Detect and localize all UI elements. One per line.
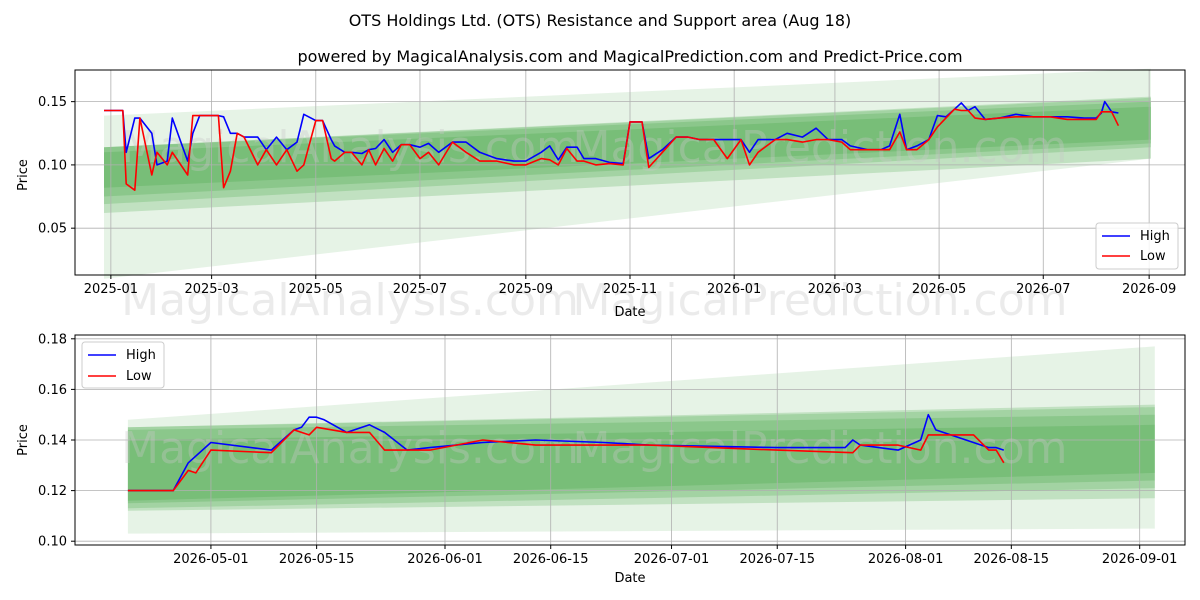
top-x-tick-label: 2026-03 (808, 282, 862, 297)
bottom-legend: High Low (81, 341, 165, 389)
bottom-legend-high-label: High (126, 348, 156, 363)
top-x-tick-label: 2026-09 (1122, 282, 1176, 297)
top-x-tick-label: 2026-07 (1016, 282, 1070, 297)
top-x-tick-label: 2025-07 (393, 282, 447, 297)
top-legend-low-label: Low (1140, 249, 1166, 264)
top-x-tick-label: 2025-05 (289, 282, 343, 297)
top-chart-bands (104, 68, 1151, 279)
bottom-chart: MagicalAnalysis.com MagicalPrediction.co… (16, 332, 1186, 586)
bottom-x-tick-label: 2026-08-01 (868, 552, 944, 567)
bottom-y-axis-label: Price (16, 424, 31, 456)
top-x-tick-label: 2026-05 (912, 282, 966, 297)
top-x-tick-label: 2025-03 (184, 282, 238, 297)
figure: OTS Holdings Ltd. (OTS) Resistance and S… (16, 11, 1186, 586)
bottom-x-tick-label: 2026-06-01 (407, 552, 483, 567)
top-x-tick-label: 2026-01 (707, 282, 761, 297)
chart-title: OTS Holdings Ltd. (OTS) Resistance and S… (349, 11, 852, 30)
bottom-x-tick-label: 2026-06-15 (513, 552, 589, 567)
bottom-x-tick-label: 2026-05-01 (173, 552, 249, 567)
bottom-y-tick-label: 0.18 (38, 332, 67, 347)
watermark-right-bottom: MagicalPrediction.com (573, 423, 1068, 474)
bottom-y-tick-label: 0.16 (38, 383, 67, 398)
bottom-x-tick-label: 2026-08-15 (974, 552, 1050, 567)
bottom-y-tick-label: 0.10 (38, 535, 67, 550)
top-x-tick-label: 2025-09 (499, 282, 553, 297)
top-y-tick-label: 0.10 (38, 158, 67, 173)
chart-subtitle: powered by MagicalAnalysis.com and Magic… (297, 47, 962, 66)
bottom-legend-low-label: Low (126, 369, 152, 384)
bottom-x-axis-label: Date (614, 571, 645, 586)
bottom-x-tick-label: 2026-07-01 (634, 552, 710, 567)
top-legend: High Low (1095, 222, 1179, 270)
top-y-tick-label: 0.15 (38, 95, 67, 110)
top-y-axis-label: Price (16, 159, 31, 191)
bottom-x-tick-label: 2026-05-15 (279, 552, 355, 567)
bottom-x-tick-label: 2026-07-15 (739, 552, 815, 567)
bottom-y-tick-label: 0.12 (38, 484, 67, 499)
top-x-axis-label: Date (614, 305, 645, 320)
top-legend-high-label: High (1140, 229, 1170, 244)
top-x-tick-label: 2025-01 (84, 282, 138, 297)
top-chart: MagicalAnalysis.com MagicalPrediction.co… (16, 68, 1186, 326)
bottom-x-tick-label: 2026-09-01 (1102, 552, 1178, 567)
top-x-tick-label: 2025-11 (603, 282, 657, 297)
top-y-tick-label: 0.05 (38, 222, 67, 237)
bottom-y-tick-label: 0.14 (38, 434, 67, 449)
